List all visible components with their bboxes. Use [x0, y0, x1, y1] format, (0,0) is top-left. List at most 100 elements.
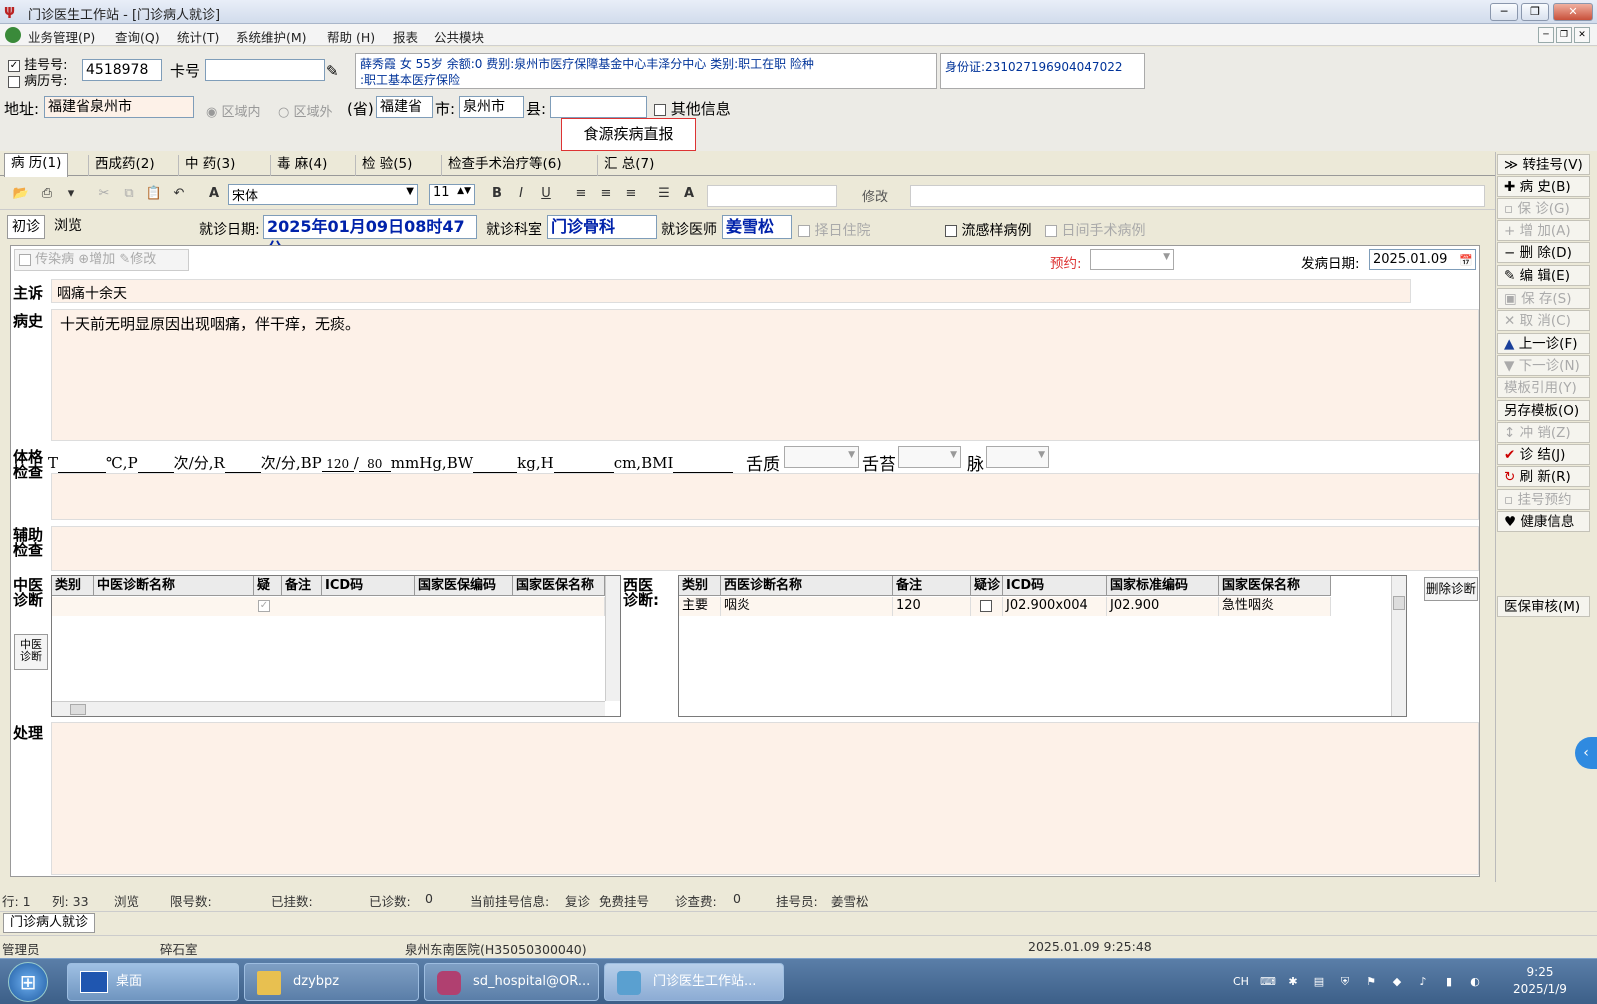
- mdi-minimize-button[interactable]: ─: [1538, 27, 1554, 43]
- tcm-empty-row[interactable]: ✓: [52, 597, 605, 616]
- visit-date-field[interactable]: 2025年01月09日08时47分: [263, 215, 477, 258]
- menu-business[interactable]: 业务管理(P): [28, 27, 95, 46]
- delete-diagnosis-button[interactable]: 删除诊断: [1424, 577, 1478, 601]
- transfer-registration-button[interactable]: ≫ 转挂号(V): [1497, 154, 1590, 175]
- align-right-icon[interactable]: ≡: [622, 185, 640, 203]
- menu-system[interactable]: 系统维护(M): [236, 27, 307, 46]
- in-region-radio[interactable]: ◉ 区域内: [206, 101, 261, 120]
- template-reference-button[interactable]: 模板引用(Y): [1497, 377, 1590, 398]
- tab-record[interactable]: 病 历(1): [4, 153, 69, 177]
- calendar-icon[interactable]: 📅: [1459, 251, 1473, 270]
- onset-date-field[interactable]: 2025.01.09 📅: [1369, 249, 1476, 270]
- county-input[interactable]: [550, 96, 647, 118]
- card-input[interactable]: [205, 59, 325, 81]
- clock[interactable]: 9:25 2025/1/9: [1510, 964, 1570, 998]
- toolbar-field[interactable]: [707, 185, 837, 207]
- close-button[interactable]: ✕: [1553, 3, 1593, 21]
- speaker-icon[interactable]: ◐: [1468, 975, 1482, 989]
- wm-scroll-thumb[interactable]: [1393, 596, 1405, 610]
- signal-icon[interactable]: ▮: [1442, 975, 1456, 989]
- italic-icon[interactable]: I: [512, 185, 530, 203]
- first-visit-tab[interactable]: 初诊: [7, 215, 45, 239]
- document-tab[interactable]: 门诊病人就诊: [3, 913, 96, 933]
- menu-stats[interactable]: 统计(T): [177, 27, 219, 46]
- foodborne-report-button[interactable]: 食源疾病直报: [561, 118, 696, 151]
- align-center-icon[interactable]: ≡: [597, 185, 615, 203]
- font-family-select[interactable]: 宋体 ▼: [228, 184, 418, 205]
- taskbar-database[interactable]: sd_hospital@OR...: [424, 963, 599, 1001]
- flag-icon[interactable]: ⚑: [1364, 975, 1378, 989]
- save-as-template-button[interactable]: 另存模板(O): [1497, 400, 1590, 421]
- previous-visit-button[interactable]: ▲ 上一诊(F): [1497, 333, 1590, 354]
- coating-select[interactable]: ▼: [898, 446, 961, 468]
- finish-visit-button[interactable]: ✔ 诊 结(J): [1497, 444, 1590, 465]
- city-input[interactable]: 泉州市: [459, 96, 524, 118]
- tongue-select[interactable]: ▼: [784, 446, 859, 468]
- bold-icon[interactable]: B: [488, 185, 506, 203]
- bp-diastolic-input[interactable]: 80: [358, 457, 391, 472]
- copy-icon[interactable]: ⧉: [120, 185, 138, 203]
- print-icon[interactable]: ⎙: [38, 185, 56, 203]
- network-icon[interactable]: ▤: [1312, 975, 1326, 989]
- menu-public[interactable]: 公共模块: [434, 27, 484, 46]
- mdi-restore-button[interactable]: ❐: [1556, 27, 1572, 43]
- wm-cell-suspect[interactable]: [971, 597, 1003, 616]
- aux-exam-input[interactable]: [51, 526, 1479, 571]
- tab-exam-surgery[interactable]: 检查手术治疗等(6): [441, 155, 568, 176]
- card-reader-icon[interactable]: ✎: [326, 62, 339, 80]
- taskbar-folder[interactable]: dzybpz: [244, 963, 419, 1001]
- restore-button[interactable]: ❐: [1521, 3, 1549, 21]
- delete-button[interactable]: − 删 除(D): [1497, 242, 1590, 263]
- edit-button[interactable]: ✎ 编 辑(E): [1497, 265, 1590, 286]
- bp-systolic-input[interactable]: 120: [321, 457, 354, 472]
- modify-button[interactable]: 修改: [845, 187, 905, 209]
- pulse-select[interactable]: ▼: [986, 446, 1049, 468]
- underline-icon[interactable]: U: [537, 185, 555, 203]
- exam-input[interactable]: [51, 473, 1479, 520]
- temperature-input[interactable]: [58, 454, 107, 473]
- taskbar-workstation[interactable]: 门诊医生工作站...: [604, 963, 784, 1001]
- wm-suspect-checkbox[interactable]: [980, 599, 992, 612]
- treatment-input[interactable]: [51, 722, 1479, 875]
- taskbar-desktop[interactable]: 桌面: [67, 963, 239, 1001]
- write-off-button[interactable]: ↕ 冲 销(Z): [1497, 422, 1590, 443]
- cancel-button[interactable]: ✕ 取 消(C): [1497, 310, 1590, 331]
- province-input[interactable]: 福建省: [376, 96, 433, 118]
- infectious-checkbox[interactable]: [19, 253, 31, 266]
- insurance-review-button[interactable]: 医保审核(M): [1497, 596, 1590, 617]
- add-button[interactable]: + 增 加(A): [1497, 220, 1590, 241]
- tray-app-icon[interactable]: ✱: [1286, 975, 1300, 989]
- resp-input[interactable]: [224, 454, 261, 473]
- hospitalize-checkbox[interactable]: [798, 225, 810, 237]
- bmi-input[interactable]: [673, 454, 734, 473]
- add-infectious-button[interactable]: ⊕增加: [78, 252, 115, 267]
- font-size-select[interactable]: 11 ▲▼: [429, 184, 475, 205]
- reg-no-input[interactable]: 4518978: [82, 59, 162, 81]
- undo-icon[interactable]: ↶: [170, 185, 188, 203]
- tab-western-drugs[interactable]: 西成药(2): [88, 155, 161, 176]
- font-size-icon[interactable]: A: [680, 185, 698, 203]
- keyboard-icon[interactable]: ⌨: [1260, 975, 1276, 989]
- visit-doctor-field[interactable]: 姜雪松: [722, 215, 792, 239]
- next-visit-button[interactable]: ▼ 下一诊(N): [1497, 355, 1590, 376]
- tcm-vertical-scrollbar[interactable]: [605, 576, 620, 701]
- tcm-suspect-checkbox[interactable]: ✓: [258, 600, 270, 612]
- shield-icon[interactable]: ⛨: [1338, 975, 1352, 989]
- tcm-diag-button[interactable]: 中医诊断: [14, 634, 48, 670]
- tcm-horizontal-scrollbar[interactable]: [52, 701, 605, 716]
- complaint-input[interactable]: 咽痛十余天: [51, 279, 1411, 303]
- bullet-list-icon[interactable]: ☰: [655, 185, 673, 203]
- tab-chinese-drugs[interactable]: 中 药(3): [178, 155, 241, 176]
- volume-icon[interactable]: ♪: [1416, 975, 1430, 989]
- registration-reserve-button[interactable]: ▫ 挂号预约: [1497, 489, 1590, 510]
- flu-checkbox[interactable]: [945, 225, 957, 237]
- day-surgery-checkbox[interactable]: [1045, 225, 1057, 237]
- start-button[interactable]: ⊞: [8, 962, 48, 1002]
- tab-lab[interactable]: 检 验(5): [355, 155, 418, 176]
- toolbar-field-wide[interactable]: [910, 185, 1485, 207]
- edit-infectious-button[interactable]: ✎修改: [119, 252, 156, 267]
- save-button[interactable]: ▣ 保 存(S): [1497, 288, 1590, 309]
- minimize-button[interactable]: ─: [1490, 3, 1518, 21]
- tab-narcotics[interactable]: 毒 麻(4): [270, 155, 333, 176]
- tab-summary[interactable]: 汇 总(7): [597, 155, 660, 176]
